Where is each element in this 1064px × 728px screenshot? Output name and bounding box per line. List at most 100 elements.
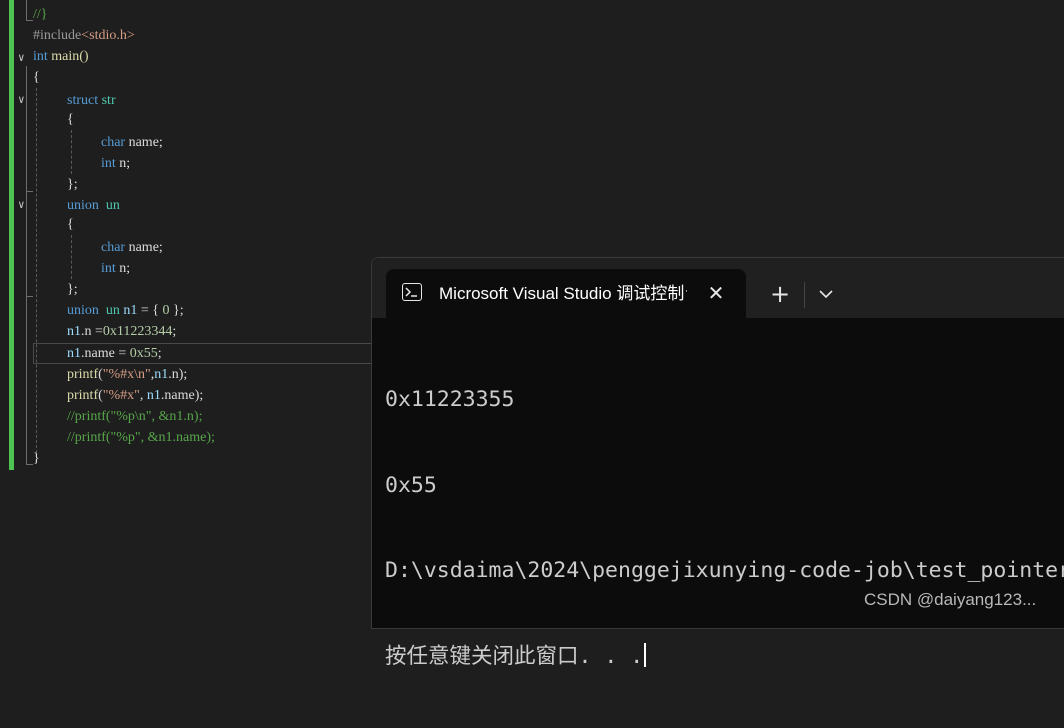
variable-token: n1 — [67, 346, 81, 361]
code-line[interactable]: printf("%#x\n",n1.n); — [67, 364, 187, 385]
fold-gutter: ∨ ∨ ∨ — [16, 0, 34, 470]
keyword-token: char — [101, 135, 126, 150]
fold-guide-end — [26, 20, 33, 21]
comment-token: //printf("%p", &n1.name); — [67, 430, 215, 445]
code-line[interactable]: { — [33, 67, 40, 88]
member-token: n; — [115, 156, 131, 171]
fold-guide-line — [26, 0, 27, 20]
code-line[interactable]: n1.n =0x11223344; — [67, 321, 176, 342]
terminal-icon — [402, 283, 422, 301]
code-line[interactable]: char name; — [101, 237, 163, 258]
brace-token: { — [33, 70, 40, 85]
code-line[interactable]: int main() — [33, 46, 89, 67]
type-name-token: un — [105, 198, 120, 213]
text-cursor — [644, 642, 647, 667]
member-token: name; — [125, 135, 163, 150]
code-line[interactable]: //} — [33, 4, 48, 25]
operator-token: = { — [137, 303, 163, 318]
function-name-token: printf — [67, 367, 99, 382]
indent-guide — [36, 88, 37, 458]
fold-guide-end — [26, 464, 33, 465]
code-line[interactable]: }; — [67, 174, 78, 195]
output-line-prompt: 按任意键关闭此窗口. . . — [385, 642, 1064, 672]
code-line[interactable]: printf("%#x", n1.name); — [67, 385, 203, 406]
type-name-token: un — [105, 303, 120, 318]
fold-guide-line — [26, 66, 27, 464]
code-line[interactable]: { — [67, 109, 74, 130]
member-token: name; — [125, 240, 163, 255]
code-line[interactable]: union un — [67, 195, 120, 216]
member-token: .name = — [81, 346, 130, 361]
function-name-token: main() — [47, 49, 89, 64]
code-line[interactable]: }; — [67, 279, 78, 300]
keyword-token: struct — [67, 93, 99, 108]
code-line[interactable]: char name; — [101, 132, 163, 153]
code-line[interactable]: } — [33, 448, 40, 469]
fold-chevron-icon[interactable]: ∨ — [18, 198, 25, 212]
keyword-token: int — [33, 49, 48, 64]
member-token: .n = — [81, 324, 103, 339]
output-line: 0x55 — [385, 472, 437, 498]
operator-token: , — [139, 388, 147, 403]
watermark: CSDN @daiyang123... — [864, 590, 1037, 609]
number-token: 0x11223344 — [102, 324, 173, 339]
comment-token: //} — [33, 7, 48, 22]
tab-title: Microsoft Visual Studio 调试控制台 — [439, 284, 687, 303]
close-icon[interactable]: ✕ — [704, 281, 728, 305]
brace-token: }; — [67, 177, 78, 192]
comment-token: //printf("%p\n", &n1.n); — [67, 409, 203, 424]
code-line[interactable]: int n; — [101, 258, 130, 279]
debug-console-window[interactable]: Microsoft Visual Studio 调试控制台 ✕ + 0x1122… — [371, 257, 1064, 669]
chevron-down-icon[interactable] — [812, 280, 840, 308]
operator-token: ; — [157, 346, 162, 361]
code-line[interactable]: int n; — [101, 153, 130, 174]
preprocessor-token: #include — [33, 28, 82, 43]
keyword-token: int — [101, 156, 116, 171]
string-token: "%#x\n" — [102, 367, 151, 382]
console-output[interactable]: 0x11223355 0x55 D:\vsdaima\2024\penggeji… — [385, 329, 1064, 728]
indent-guide — [71, 130, 72, 174]
operator-token: ; — [172, 324, 177, 339]
include-path-token: <stdio.h> — [81, 28, 135, 43]
code-line[interactable]: union un n1 = { 0 }; — [67, 300, 184, 321]
code-line[interactable]: n1.name = 0x55; — [67, 343, 162, 364]
fold-guide-end — [26, 296, 33, 297]
member-token: .name); — [160, 388, 204, 403]
function-name-token: printf — [67, 388, 99, 403]
code-line[interactable]: //printf("%p\n", &n1.n); — [67, 406, 202, 427]
keyword-token: char — [101, 240, 126, 255]
fold-guide-end — [26, 191, 33, 192]
terminal-tab[interactable]: Microsoft Visual Studio 调试控制台 ✕ — [386, 269, 746, 318]
brace-token: { — [67, 217, 74, 232]
indent-guide — [71, 235, 72, 279]
output-line: D:\vsdaima\2024\penggejixunying-code-job… — [385, 558, 1064, 583]
number-token: 0 — [162, 303, 170, 318]
terminal-titlebar[interactable]: Microsoft Visual Studio 调试控制台 ✕ + — [372, 258, 1064, 318]
variable-token: n1 — [146, 388, 161, 403]
brace-token: { — [67, 112, 74, 127]
titlebar-divider — [804, 282, 805, 308]
variable-token: n1 — [154, 367, 169, 382]
change-indicator-bar — [9, 0, 14, 470]
code-line[interactable]: { — [67, 214, 74, 235]
fold-chevron-icon[interactable]: ∨ — [18, 51, 25, 65]
keyword-token: union — [67, 303, 99, 318]
operator-token: }; — [169, 303, 184, 318]
output-line: 0x11223355 — [385, 387, 515, 412]
brace-token: } — [33, 451, 40, 466]
prompt-text: 按任意键关闭此窗口. . . — [385, 643, 644, 669]
member-token: .n); — [168, 367, 188, 382]
keyword-token: int — [101, 261, 116, 276]
member-token: n; — [115, 261, 131, 276]
keyword-token: union — [67, 198, 99, 213]
variable-token: n1 — [123, 303, 138, 318]
new-tab-button[interactable]: + — [766, 280, 794, 308]
number-token: 0x55 — [129, 346, 158, 361]
code-line[interactable]: //printf("%p", &n1.name); — [67, 427, 215, 448]
code-line[interactable]: #include<stdio.h> — [33, 25, 135, 46]
variable-token: n1 — [67, 324, 81, 339]
fold-chevron-icon[interactable]: ∨ — [18, 93, 25, 107]
code-line[interactable]: struct str — [67, 90, 116, 111]
